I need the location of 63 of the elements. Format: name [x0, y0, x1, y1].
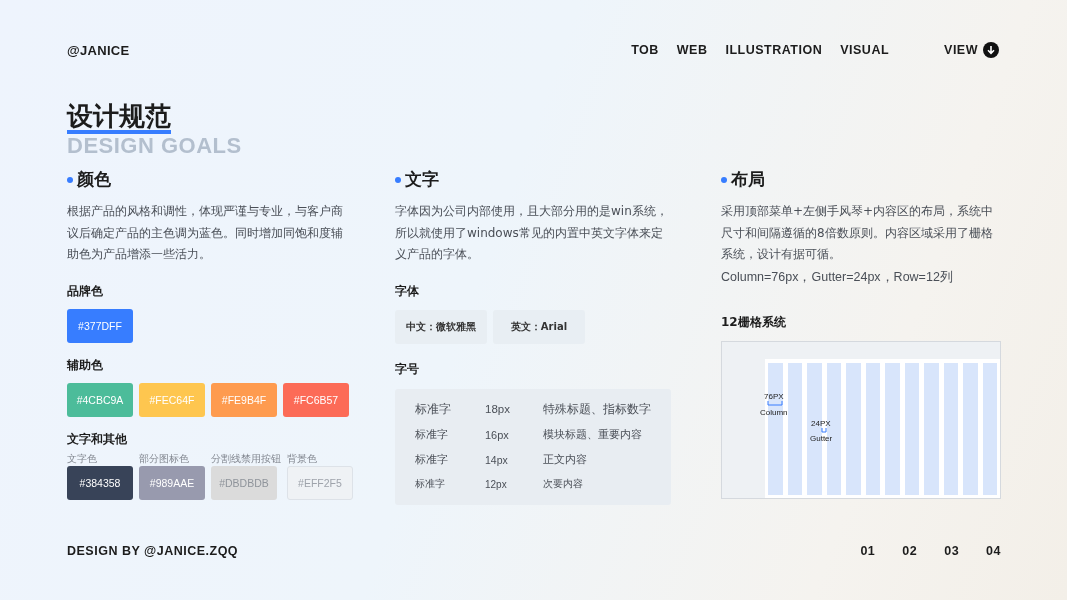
- section-heading: 布局: [731, 168, 765, 191]
- nav-link[interactable]: TOB: [631, 43, 659, 57]
- table-cell-text: 标准字: [415, 452, 449, 467]
- swatch-caption: 文字色: [67, 451, 98, 466]
- color-swatch: #FC6B57: [283, 382, 349, 417]
- swatch-caption: 部分图标色: [139, 451, 190, 466]
- swatch-caption: 分割线禁用按钮: [211, 451, 281, 466]
- bracket-icon: [821, 427, 827, 433]
- color-swatch: #DBDBDB: [211, 465, 277, 500]
- color-swatch: #377DFF: [67, 308, 133, 343]
- gutter-label: Gutter: [810, 433, 833, 443]
- description: 根据产品的风格和调性，体现严谨与专业，与客户商议后确定产品的主色调为蓝色。同时增加同饱和度辅助色为产品增添一些活力。: [67, 203, 344, 263]
- nav-link[interactable]: ILLUSTRATION: [725, 43, 823, 57]
- subheading: 品牌色: [67, 282, 104, 300]
- gutter-size-label: 24PX: [811, 418, 831, 428]
- page-link[interactable]: 04: [986, 544, 1001, 558]
- view-link[interactable]: VIEW: [944, 42, 999, 58]
- subheading: 字体: [395, 282, 420, 300]
- table-cell-text: 18px: [485, 403, 511, 416]
- table-cell-text: 14px: [485, 453, 509, 466]
- table-cell-text: 标准字: [415, 401, 452, 417]
- page-link[interactable]: 02: [902, 544, 918, 558]
- subheading: 字号: [395, 360, 420, 378]
- color-swatch: #FE9B4F: [211, 382, 277, 417]
- nav-link[interactable]: VISUAL: [840, 43, 890, 57]
- table-cell-text: 标准字: [415, 477, 446, 492]
- page-link[interactable]: 03: [944, 544, 960, 558]
- title-shadow-text: DESIGN GOALS: [67, 135, 242, 157]
- table-cell-text: 标准字: [415, 427, 449, 443]
- subheading: 12栅格系统: [721, 313, 787, 331]
- table-cell-text: 12px: [485, 478, 508, 490]
- bullet-dot: [721, 176, 727, 183]
- color-swatch: #989AAE: [139, 465, 205, 500]
- section-heading: 文字: [405, 168, 439, 191]
- page-link[interactable]: 01: [860, 544, 876, 558]
- table-cell-text: 次要内容: [543, 477, 584, 492]
- column-label: Column: [760, 407, 788, 417]
- section-heading: 颜色: [77, 168, 111, 191]
- brand-name: @JANICE: [67, 42, 130, 58]
- color-swatch: #FEC64F: [139, 382, 205, 417]
- subheading: 辅助色: [67, 356, 104, 374]
- grid-formula: Column=76px，Gutter=24px，Row=12列: [721, 268, 954, 286]
- font-sample: 英文：Arial: [493, 309, 585, 344]
- description: 采用顶部菜单+左侧手风琴+内容区的布局，系统中尺寸和间隔遵循的8倍数原则。内容区域采用了栅格系统，设计有据可循。: [721, 203, 995, 263]
- table-cell-text: 正文内容: [543, 452, 588, 467]
- color-swatch: #EFF2F5: [287, 465, 353, 500]
- credit-text: DESIGN BY @JANICE.ZQQ: [67, 544, 239, 558]
- table-cell-text: 模块标题、重要内容: [543, 427, 643, 443]
- bracket-icon: [767, 400, 783, 406]
- nav-link[interactable]: WEB: [676, 43, 708, 57]
- table-cell-text: 16px: [485, 428, 510, 441]
- subheading: 文字和其他: [67, 430, 128, 448]
- bullet-dot: [67, 176, 73, 183]
- color-swatch: #384358: [67, 465, 133, 500]
- page-title: 设计规范: [67, 102, 171, 134]
- font-sample: 中文：微软雅黑: [395, 309, 487, 344]
- swatch-caption: 背景色: [287, 451, 318, 466]
- description: 字体因为公司内部使用，且大部分用的是win系统，所以就使用了windows常见的内置中英文字体来定义产品的字体。: [395, 203, 669, 263]
- color-swatch: #4CBC9A: [67, 382, 133, 417]
- bullet-dot: [395, 176, 401, 183]
- table-cell-text: 特殊标题、指标数字: [543, 401, 652, 417]
- column-size-label: 76PX: [764, 391, 784, 401]
- arrow-down-icon: [983, 42, 999, 58]
